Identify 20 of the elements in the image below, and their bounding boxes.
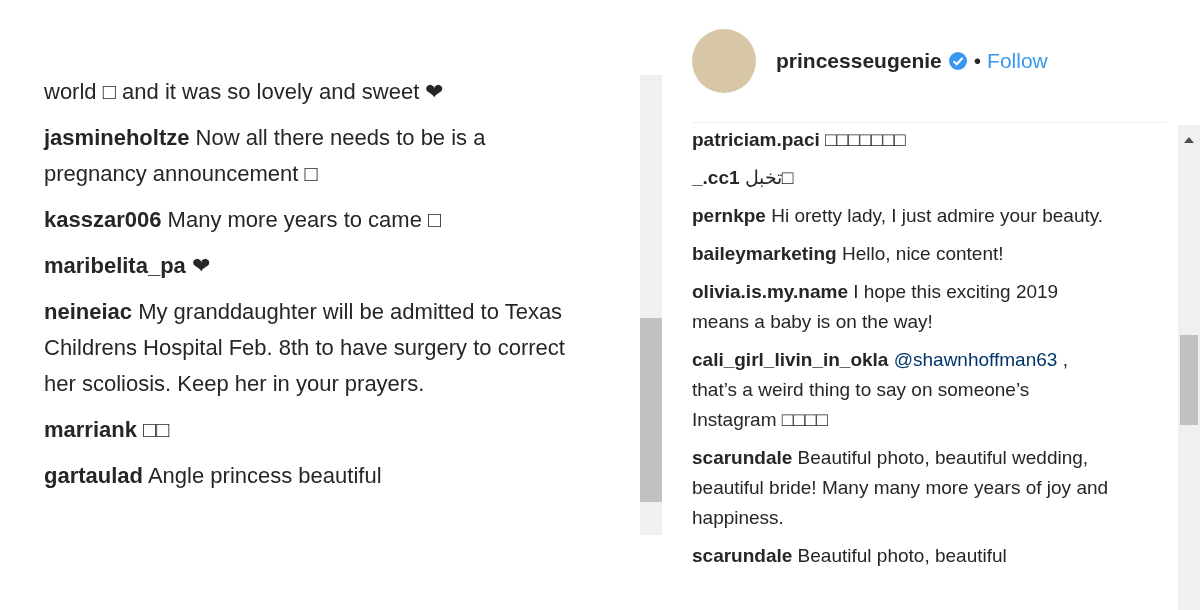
separator-dot: • — [973, 48, 982, 75]
comment-text: gartaulad Angle princess beautiful — [44, 462, 383, 490]
username[interactable]: princesseugenie — [776, 45, 942, 77]
comment-text: patriciam.paci □□□□□□□ — [692, 128, 907, 152]
scrollbar-thumb[interactable] — [640, 318, 662, 502]
comment-text: kasszar006 Many more years to came □ — [44, 206, 443, 234]
comment-text: marriank □□ — [44, 416, 171, 444]
mention-link[interactable]: @shawnhoffman63 — [893, 349, 1058, 370]
comment-text: neineiac My granddaughter will be admitted to Texas Childrens Hospital Feb. 8th to have surgery to correct her scoliosis. Keep her in your prayers. — [44, 298, 566, 398]
comment-text: jasmineholtze Now all there needs to be is a pregnancy announcement □ — [44, 124, 487, 188]
comment-text: maribelita_pa ❤ — [44, 252, 211, 280]
comment-text: baileymarketing Hello, nice content! — [692, 242, 1005, 266]
comment-text: world □ and it was so lovely and sweet ❤ — [44, 78, 445, 106]
comment-text: olivia.is.my.name I hope this exciting 2019 means a baby is on the way! — [692, 280, 1060, 334]
comment-text: cali_girl_livin_in_okla @shawnhoffman63 , that’s a weird thing to say on someone’s Instagram □□□□ — [692, 348, 1069, 432]
comment-text: pernkpe Hi oretty lady, I just admire your beauty. — [692, 204, 1105, 228]
scroll-up-arrow-icon[interactable] — [1184, 137, 1194, 143]
comment-text: scarundale Beautiful photo, beautiful — [692, 544, 1008, 568]
comment-text: scarundale Beautiful photo, beautiful wedding, beautiful bride! Many many more years of joy and happiness. — [692, 446, 1110, 530]
scrollbar-thumb[interactable] — [1180, 335, 1198, 425]
